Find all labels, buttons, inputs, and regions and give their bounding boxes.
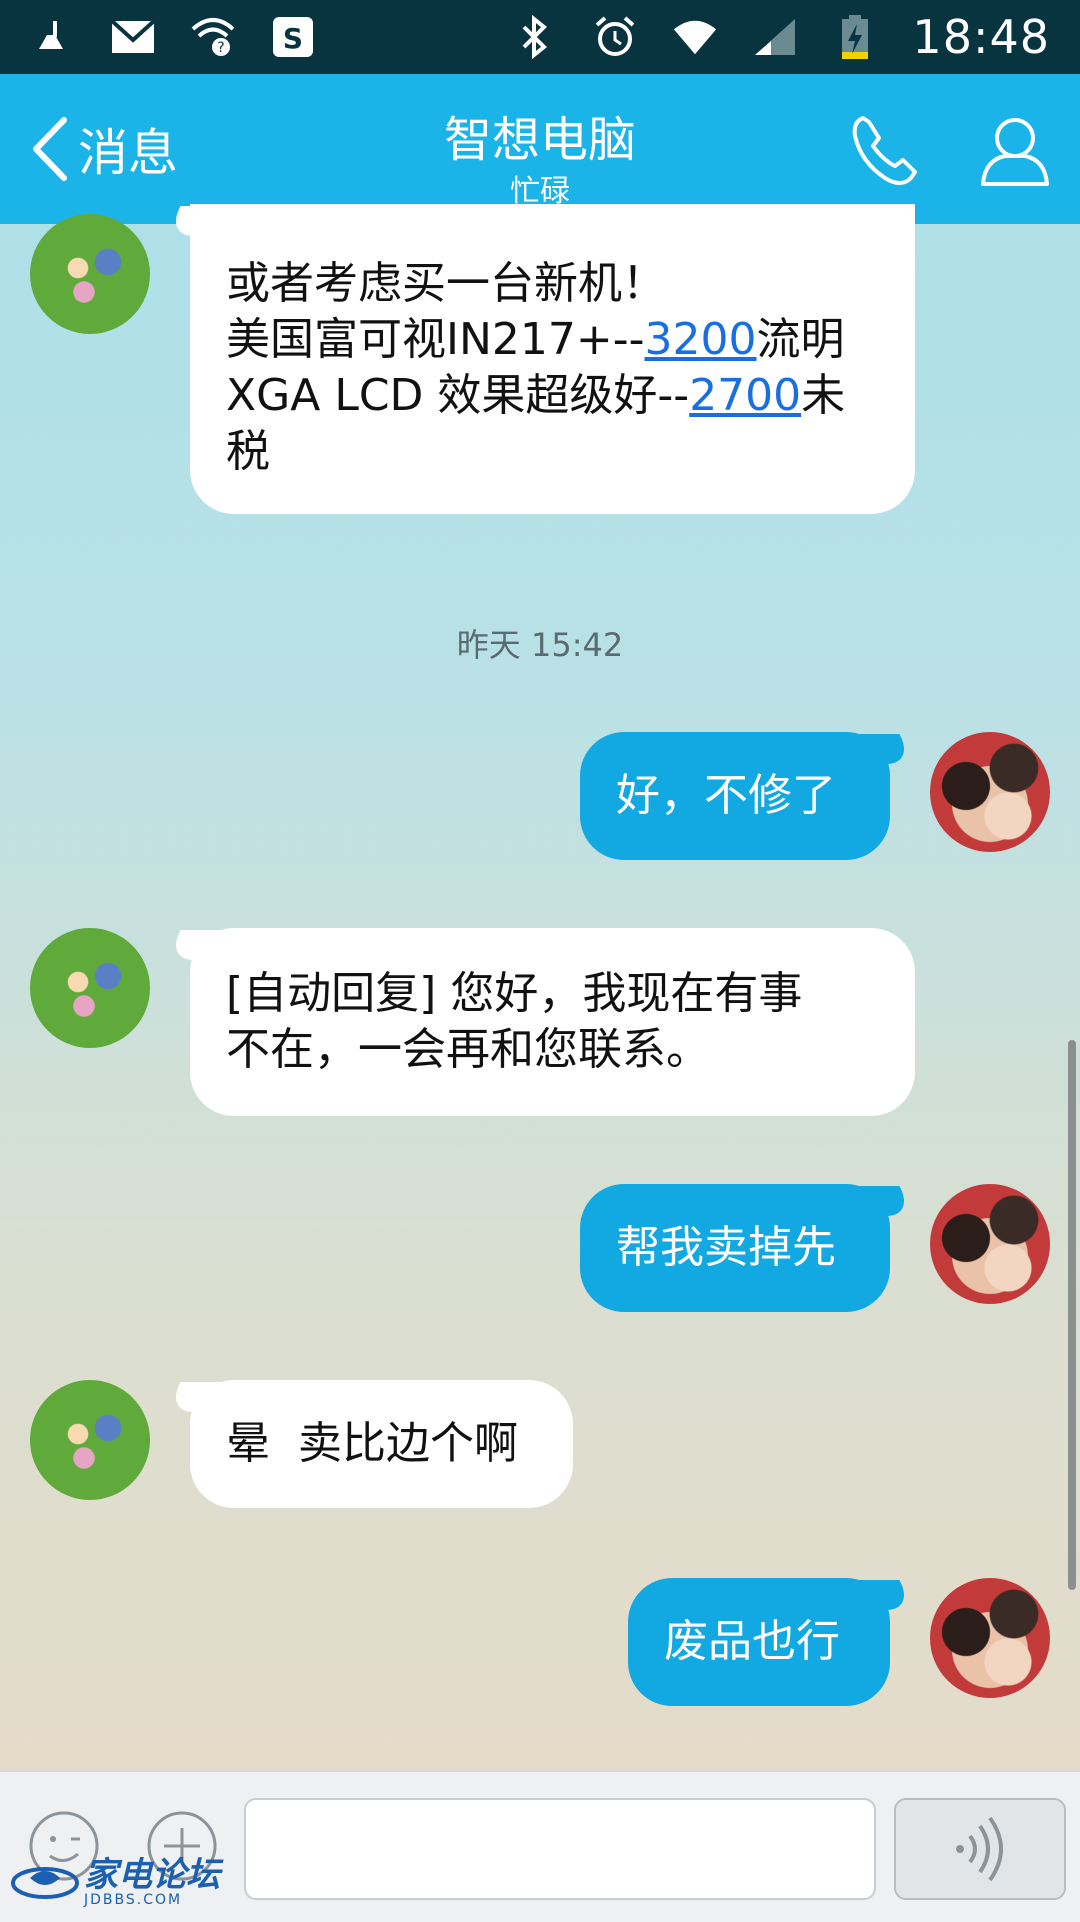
message-text: 晕 卖比边个啊 (226, 1418, 518, 1469)
message-text: 好，不修了 (616, 770, 836, 821)
message-bubble-incoming[interactable]: [自动回复] 您好，我现在有事 不在，一会再和您联系。 (190, 928, 915, 1116)
voice-wave-icon (956, 1816, 1003, 1882)
chat-scrollbar[interactable] (1068, 1040, 1076, 1590)
wifi-question-icon: ? (190, 14, 236, 60)
message-line: 美国富可视IN217+--3200流明 (226, 312, 845, 368)
message-line: [自动回复] 您好，我现在有事 (226, 968, 803, 1019)
bluetooth-icon (512, 14, 558, 60)
cleaner-icon (30, 14, 76, 60)
phone-icon (852, 116, 917, 185)
forum-watermark: 家电论坛 JDBBS.COM (10, 1858, 220, 1908)
profile-button[interactable] (975, 110, 1055, 190)
message-line: 或者考虑买一台新机！ (226, 258, 666, 309)
message-text-segment: 美国富可视IN217+-- (226, 314, 645, 365)
message-text-segment: 未 (801, 370, 846, 421)
message-timestamp: 昨天 15:42 (456, 626, 624, 664)
message-bubble-outgoing[interactable]: 废品也行 (628, 1578, 890, 1706)
contact-avatar[interactable] (30, 928, 150, 1048)
svg-text:?: ? (217, 40, 224, 56)
message-text: 废品也行 (664, 1616, 840, 1667)
message-line: 不在，一会再和您联系。 (226, 1024, 710, 1075)
my-avatar[interactable] (930, 732, 1050, 852)
phone-link[interactable]: 2700 (689, 370, 801, 421)
alarm-icon (592, 14, 638, 60)
message-bubble-incoming[interactable]: 或者考虑买一台新机！ 美国富可视IN217+--3200流明 XGA LCD 效… (190, 204, 915, 514)
phone-link[interactable]: 3200 (645, 314, 757, 365)
forum-logo-icon (11, 1867, 79, 1899)
status-time: 18:48 (912, 10, 1050, 64)
status-bar: ? S 18:48 (0, 0, 1080, 74)
wifi-icon (672, 14, 718, 60)
forum-name: 家电论坛 (84, 1855, 220, 1895)
message-line: XGA LCD 效果超级好--2700未 (226, 368, 845, 424)
message-bubble-outgoing[interactable]: 帮我卖掉先 (580, 1184, 890, 1312)
person-icon (981, 118, 1049, 186)
chat-header: 消息 智想电脑 忙碌 (0, 74, 1080, 224)
s-app-icon: S (270, 14, 316, 60)
call-button[interactable] (845, 110, 925, 190)
battery-charging-icon (832, 14, 878, 60)
message-text-segment: XGA LCD 效果超级好-- (226, 370, 690, 421)
message-text-segment: 流明 (756, 314, 845, 365)
message-bubble-outgoing[interactable]: 好，不修了 (580, 732, 890, 860)
message-input[interactable] (244, 1798, 876, 1900)
message-bubble-incoming[interactable]: 晕 卖比边个啊 (190, 1380, 573, 1508)
status-right-icons: 18:48 (512, 10, 1050, 64)
forum-watermark-text: 家电论坛 JDBBS.COM (84, 1858, 220, 1908)
signal-icon (752, 14, 798, 60)
message-text: 或者考虑买一台新机！ 美国富可视IN217+--3200流明 XGA LCD 效… (226, 256, 845, 480)
contact-avatar[interactable] (30, 214, 150, 334)
my-avatar[interactable] (930, 1578, 1050, 1698)
status-left-icons: ? S (30, 10, 316, 64)
mail-icon (110, 14, 156, 60)
svg-text:S: S (283, 22, 303, 55)
message-text: 帮我卖掉先 (616, 1222, 836, 1273)
message-line: 税 (226, 426, 270, 477)
contact-avatar[interactable] (30, 1380, 150, 1500)
voice-button[interactable] (894, 1798, 1066, 1900)
my-avatar[interactable] (930, 1184, 1050, 1304)
message-text: [自动回复] 您好，我现在有事 不在，一会再和您联系。 (226, 966, 802, 1078)
